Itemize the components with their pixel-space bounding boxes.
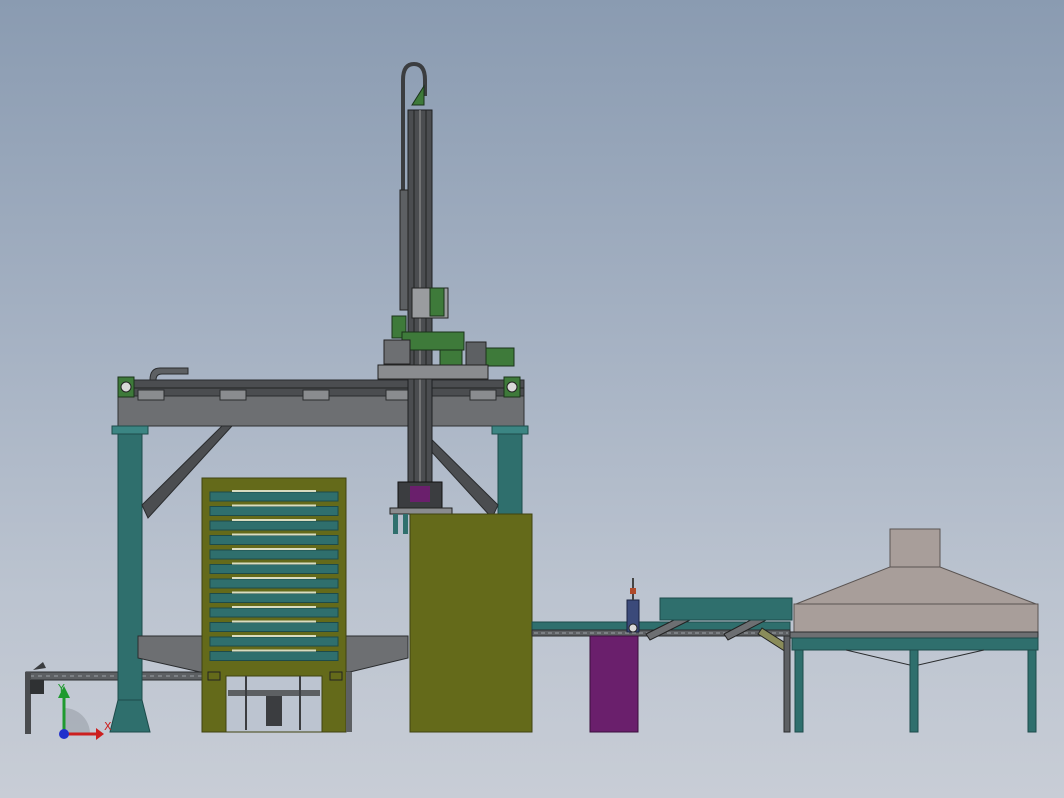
stack-shelf <box>209 564 339 574</box>
cad-viewport[interactable]: Y X <box>0 0 1064 798</box>
shelf-highlight <box>232 635 316 637</box>
stack-shelf <box>209 506 339 516</box>
stack-shelf <box>209 593 339 603</box>
machine-cabinet <box>409 513 533 733</box>
stack-shelf <box>209 636 339 647</box>
shelf-highlight <box>232 620 316 623</box>
z-axis-dot <box>59 729 69 739</box>
shelf-highlight <box>232 577 316 579</box>
shelf-highlight <box>232 606 316 608</box>
x-axis-label: X <box>104 720 112 733</box>
stack-shelf <box>209 578 339 589</box>
machine-drawing: Y X <box>25 61 1039 740</box>
shelf-highlight <box>232 519 316 521</box>
transfer-conveyor <box>531 578 793 733</box>
shelf-highlight <box>232 591 316 594</box>
stack-shelf <box>209 622 339 632</box>
coordinate-triad: Y X <box>57 682 112 740</box>
stack-shelf <box>209 520 339 531</box>
purple-cabinet <box>589 635 639 733</box>
stack-shelf <box>209 607 339 618</box>
shelf-highlight <box>232 504 316 507</box>
stack-shelf <box>209 535 339 545</box>
y-axis-label: Y <box>57 682 65 695</box>
pallet-stack-magazine <box>201 477 352 733</box>
shelf-highlight <box>232 490 316 492</box>
stack-shelf <box>209 651 339 661</box>
stack-shelf <box>209 549 339 560</box>
exhaust-hood-station <box>789 528 1039 733</box>
shelf-highlight <box>232 649 316 652</box>
shelf-highlight <box>232 533 316 536</box>
shelf-highlight <box>232 548 316 550</box>
stack-shelf <box>209 491 339 502</box>
shelf-highlight <box>232 562 316 565</box>
